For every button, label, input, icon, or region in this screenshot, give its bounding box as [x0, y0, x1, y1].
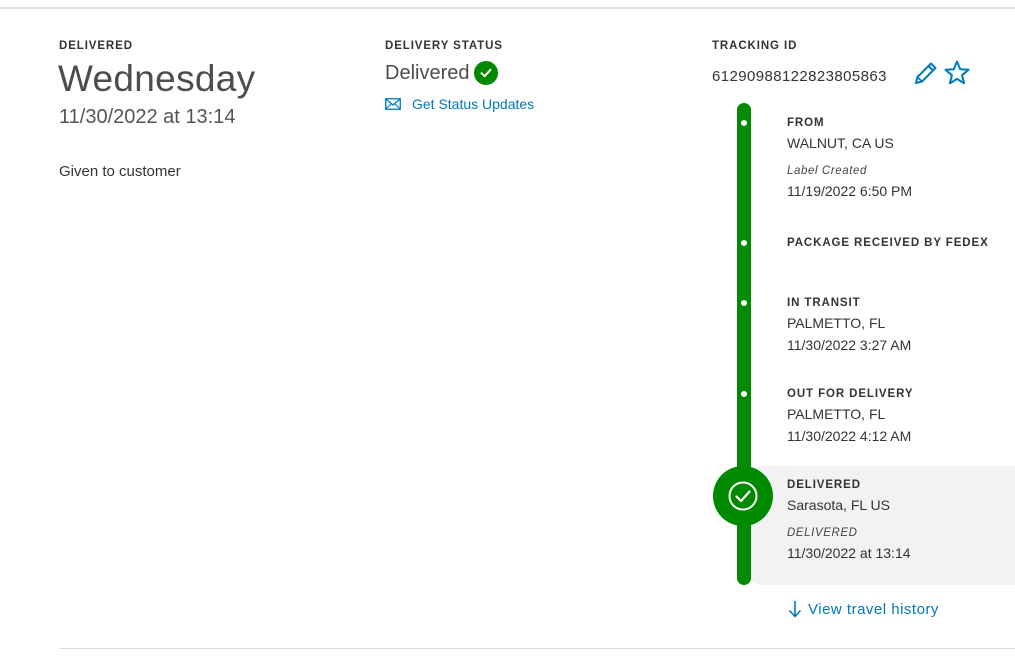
event-location: WALNUT, CA US — [787, 135, 894, 151]
event-title: IN TRANSIT — [787, 297, 861, 309]
timeline-event-from: FROM WALNUT, CA US Label Created 11/19/2… — [787, 117, 912, 199]
timeline-event-out-for-delivery: OUT FOR DELIVERY PALMETTO, FL 11/30/2022… — [787, 388, 913, 444]
event-time: 11/30/2022 3:27 AM — [787, 337, 912, 353]
event-title: PACKAGE RECEIVED BY FEDEX — [787, 237, 989, 249]
delivery-day: Wednesday — [58, 58, 256, 99]
event-time: 11/19/2022 6:50 PM — [787, 183, 913, 199]
tracking-number: 612909881228238058​63 — [712, 68, 887, 85]
event-time: 11/30/2022 at 13:14 — [787, 545, 911, 561]
timeline-dot-transit — [741, 300, 747, 306]
timeline-event-transit: IN TRANSIT PALMETTO, FL 11/30/2022 3:27 … — [787, 297, 911, 353]
view-travel-history-link[interactable]: View travel history — [788, 600, 939, 618]
delivery-datetime: 11/30/2022 at 13:14 — [59, 106, 236, 128]
delivery-status-value: Delivered — [385, 61, 470, 84]
bottom-divider — [59, 648, 1015, 649]
event-location: PALMETTO, FL — [787, 406, 886, 422]
event-location: PALMETTO, FL — [787, 315, 886, 331]
event-time: 11/30/2022 4:12 AM — [787, 428, 912, 444]
delivery-description: Given to customer — [59, 163, 181, 180]
get-status-updates-label: Get Status Updates — [412, 96, 535, 112]
envelope-icon — [385, 98, 401, 110]
event-title: DELIVERED — [787, 479, 861, 491]
pencil-icon[interactable] — [912, 59, 940, 87]
check-circle-icon — [474, 61, 499, 85]
view-travel-history-label: View travel history — [808, 600, 939, 618]
timeline-dot-out — [741, 391, 747, 397]
get-status-updates-link[interactable]: Get Status Updates — [385, 96, 534, 112]
delivered-label: DELIVERED — [59, 40, 133, 52]
tracking-id-label: TRACKING ID — [712, 40, 798, 52]
event-location: Sarasota, FL US — [787, 497, 890, 513]
arrow-down-icon — [788, 601, 802, 618]
timeline-dot-received — [741, 240, 747, 246]
top-divider — [0, 7, 1015, 9]
event-subtitle: Label Created — [787, 165, 868, 177]
timeline-event-received: PACKAGE RECEIVED BY FEDEX — [787, 237, 989, 249]
timeline-event-delivered: DELIVERED Sarasota, FL US DELIVERED 11/3… — [787, 479, 911, 561]
delivered-check-icon — [713, 466, 773, 526]
event-subtitle: DELIVERED — [787, 527, 858, 539]
delivery-status: Delivered — [385, 61, 499, 85]
star-icon[interactable] — [943, 59, 971, 87]
event-title: FROM — [787, 117, 825, 129]
timeline-dot-from — [741, 120, 747, 126]
event-title: OUT FOR DELIVERY — [787, 388, 914, 400]
delivery-status-label: DELIVERY STATUS — [385, 40, 503, 52]
